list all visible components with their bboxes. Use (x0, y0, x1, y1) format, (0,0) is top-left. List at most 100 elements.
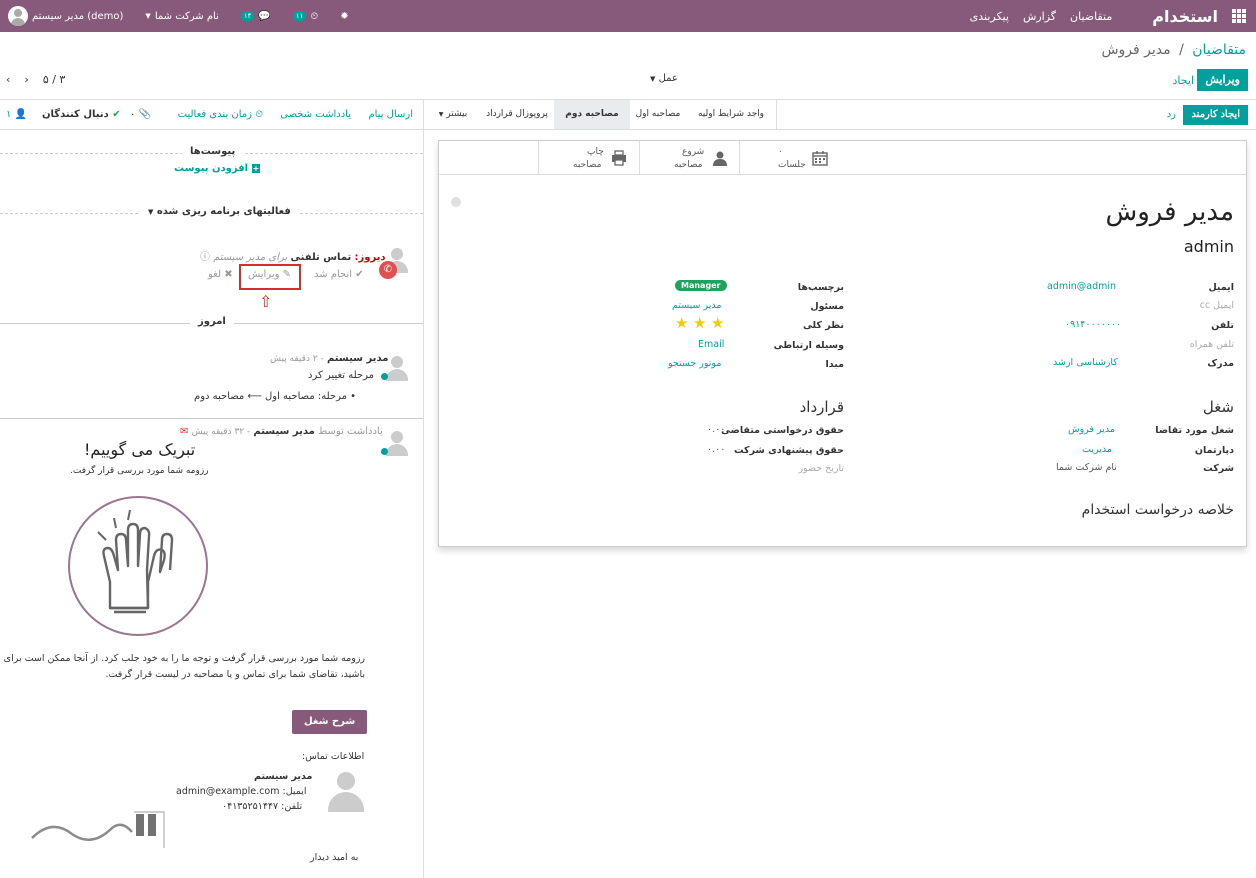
breadcrumb-applicants[interactable]: متقاضیان (1192, 42, 1246, 58)
follow-label: دنبال کنندگان (42, 109, 109, 120)
company-label: شرکت (1203, 463, 1234, 474)
clapping-hands-icon (97, 509, 174, 614)
planned-activities-toggle[interactable]: فعالیتهای برنامه ریزی شده ▼ (140, 206, 299, 217)
schedule-activity-button[interactable]: ⏲ زمان بندی فعالیت (178, 109, 263, 120)
contact-email[interactable]: admin@example.com (176, 786, 279, 797)
summary-section-title: خلاصه درخواست استخدام (1081, 502, 1234, 518)
job-value[interactable]: مدیر فروش (1068, 424, 1115, 435)
user-menu[interactable]: مدیر سیستم (demo) (8, 6, 123, 26)
messaging-menu[interactable]: ۱۴ 💬 (240, 11, 271, 22)
email-cc-label: ایمیل cc (1199, 300, 1234, 311)
add-attachment-button[interactable]: + افزودن پیوست (174, 163, 261, 174)
source-value[interactable]: موتور جستجو (668, 358, 721, 369)
department-value[interactable]: مدیریت (1082, 444, 1112, 455)
stage-qualification[interactable]: واجد شرایط اولیه (686, 100, 776, 129)
action-dropdown[interactable]: ▼ عمل (650, 73, 678, 84)
body-line-1: رزومه شما مورد بررسی قرار گرفت و توجه ما… (0, 653, 365, 664)
printer-icon (612, 150, 626, 166)
contact-email-label: ایمیل: (282, 786, 307, 797)
caret-down-icon: ▼ (650, 75, 656, 83)
activity-cancel-button[interactable]: ✖ لغو (208, 269, 233, 280)
activities-menu[interactable]: ۱۱ ⏲ (292, 11, 318, 22)
activity-header[interactable]: دیروز: تماس تلفنی برای مدیر سیستم ⓘ (200, 248, 386, 263)
status-bar: ایجاد کارمند رد واجد شرایط اولیه مصاحبه … (424, 100, 1256, 130)
star-icon-1[interactable]: ★ (675, 314, 688, 332)
schedule-activity-label: زمان بندی فعالیت (177, 109, 252, 120)
clock-icon: ⏲ (255, 109, 263, 120)
message-divider (0, 418, 423, 419)
form-sheet: ۰ جلسات شروع مصاحبه چاپ مصاحبه مدیر فروش… (437, 140, 1247, 547)
contact-email-line: ایمیل: admin@example.com (176, 786, 307, 797)
kanban-state-dot[interactable] (451, 197, 461, 207)
phone-value[interactable]: ۰۹۱۴۰۰۰۰۰۰۰ (1065, 319, 1121, 330)
applicant-subject[interactable]: admin (1184, 237, 1234, 256)
pager-prev-icon[interactable]: ‹ (6, 73, 10, 86)
expected-salary-value[interactable]: ۰.۰۰ (707, 424, 725, 435)
tag-manager[interactable]: Manager (675, 280, 727, 291)
user-icon: 👤 (14, 109, 28, 120)
job-description-button[interactable]: شرح شغل (292, 710, 368, 734)
message-2-author[interactable]: مدیر سیستم (253, 426, 314, 437)
note-avatar (386, 431, 408, 457)
attachments-count: ۰ (130, 109, 136, 120)
follow-button[interactable]: ✔ دنبال کنندگان (42, 109, 121, 120)
star-icon-3[interactable]: ★ (711, 314, 724, 332)
create-button[interactable]: ایجاد (1173, 74, 1194, 87)
message-1-author[interactable]: مدیر سیستم (327, 353, 388, 364)
refuse-button[interactable]: رد (1167, 109, 1176, 120)
stage-first-interview[interactable]: مصاحبه اول (630, 100, 686, 129)
high-five-illustration (68, 496, 208, 636)
check-icon: ✔ (112, 109, 121, 120)
stage-more-dropdown[interactable]: ▼ بیشتر (428, 100, 478, 129)
medium-value[interactable]: Email (698, 339, 724, 350)
planned-activities-label: فعالیتهای برنامه ریزی شده (156, 206, 291, 217)
message-1-time: - ۲ دقیقه پیش (270, 354, 324, 364)
company-name: نام شرکت شما (154, 10, 219, 22)
congrats-subtitle: رزومه شما مورد بررسی قرار گرفت. (70, 466, 209, 476)
availability-label: تاریخ حضور (798, 463, 844, 474)
stage-contract-proposal[interactable]: پروپوزال قرارداد (480, 100, 554, 129)
degree-value[interactable]: کارشناسی ارشد (1053, 357, 1118, 368)
followers-button[interactable]: 👤 ۱ (6, 109, 27, 120)
edit-button[interactable]: ویرایش (1197, 69, 1248, 91)
star-icon-2[interactable]: ★ (693, 314, 706, 332)
applicant-title[interactable]: مدیر فروش (1106, 197, 1235, 227)
menu-reporting[interactable]: گزارش (1023, 10, 1056, 23)
menu-applicants[interactable]: متقاضیان (1070, 10, 1112, 23)
user-icon (713, 151, 727, 166)
info-icon[interactable]: ⓘ (200, 252, 210, 263)
menu-configuration[interactable]: پیکربندی (970, 10, 1009, 23)
message-1-body: مرحله تغییر کرد (308, 370, 374, 381)
message-2-prefix: یادداشت توسط (318, 426, 383, 437)
create-employee-button[interactable]: ایجاد کارمند (1183, 105, 1248, 125)
degree-label: مدرک (1207, 358, 1234, 369)
mobile-label: تلفن همراه (1189, 339, 1234, 350)
pager-value[interactable]: ۵ / ۳ (43, 73, 66, 86)
pager-next-icon[interactable]: › (24, 73, 28, 86)
followers-count: ۱ (6, 109, 12, 120)
breadcrumb: متقاضیان / مدیر فروش (1101, 42, 1246, 58)
company-switcher[interactable]: ▼ نام شرکت شما (145, 11, 218, 22)
mark-done-button[interactable]: ✔ انجام شد (314, 269, 364, 280)
envelope-icon[interactable]: ✉ (180, 426, 188, 437)
print-label-2: مصاحبه (573, 160, 602, 170)
stage-second-interview[interactable]: مصاحبه دوم (554, 100, 630, 129)
meetings-button[interactable]: ۰ جلسات (739, 141, 839, 175)
close-icon: ✖ (224, 269, 233, 280)
online-status-dot-2 (381, 448, 388, 455)
proposed-salary-value[interactable]: ۰.۰۰ (707, 444, 725, 455)
responsible-value[interactable]: مدیر سیستم (672, 300, 721, 311)
debug-menu[interactable]: ✹ (340, 11, 348, 22)
start-interview-button[interactable]: شروع مصاحبه (639, 141, 739, 175)
print-interview-button[interactable]: چاپ مصاحبه (538, 141, 639, 175)
department-label: دپارتمان (1194, 445, 1234, 456)
send-message-button[interactable]: ارسال پیام (368, 109, 413, 120)
print-label-1: چاپ (587, 147, 604, 157)
apps-menu-icon[interactable] (1232, 9, 1246, 23)
attachments-counter[interactable]: 📎 ۰ (130, 109, 151, 120)
log-note-button[interactable]: یادداشت شخصی (280, 109, 351, 120)
message-avatar (386, 356, 408, 382)
company-value[interactable]: نام شرکت شما (1056, 462, 1117, 473)
activity-cancel-label: لغو (208, 269, 222, 280)
email-value[interactable]: admin@admin (1047, 281, 1116, 292)
